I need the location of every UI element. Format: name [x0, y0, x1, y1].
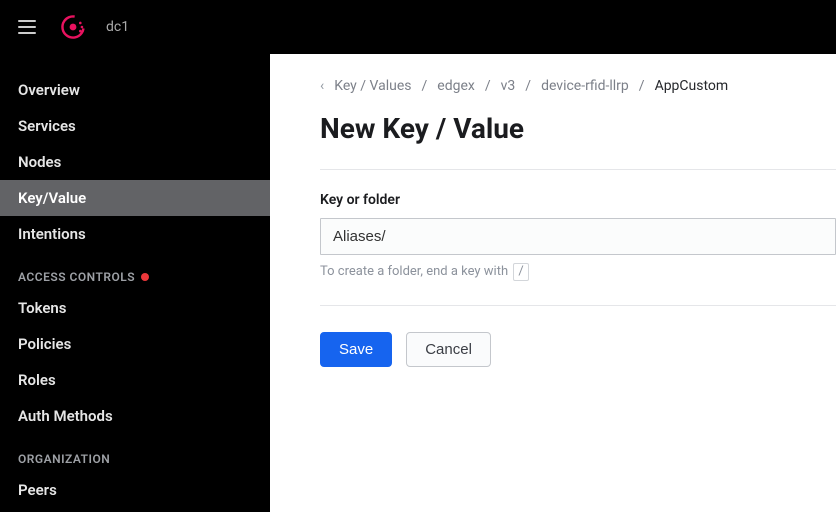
- divider: [320, 169, 836, 170]
- sidebar-item-peers[interactable]: Peers: [0, 472, 270, 508]
- page-title: New Key / Value: [320, 112, 836, 145]
- save-button[interactable]: Save: [320, 332, 392, 367]
- sidebar-item-overview[interactable]: Overview: [0, 72, 270, 108]
- top-bar: dc1: [0, 0, 836, 54]
- content-area: ‹ Key / Values / edgex / v3 / device-rfi…: [270, 54, 836, 512]
- sidebar-item-keyvalue[interactable]: Key/Value: [0, 180, 270, 216]
- sidebar-item-intentions[interactable]: Intentions: [0, 216, 270, 252]
- sidebar-heading-access: ACCESS CONTROLS: [0, 252, 270, 290]
- sidebar-item-services[interactable]: Services: [0, 108, 270, 144]
- sidebar-item-nodes[interactable]: Nodes: [0, 144, 270, 180]
- breadcrumb-item[interactable]: Key / Values: [334, 78, 411, 94]
- cancel-button[interactable]: Cancel: [406, 332, 491, 367]
- sidebar-item-roles[interactable]: Roles: [0, 362, 270, 398]
- breadcrumb-sep: /: [525, 78, 531, 94]
- key-input[interactable]: [320, 218, 836, 255]
- key-hint: To create a folder, end a key with /: [320, 263, 836, 281]
- divider: [320, 305, 836, 306]
- consul-logo: [60, 14, 86, 40]
- breadcrumb-sep: /: [639, 78, 645, 94]
- breadcrumb-item[interactable]: v3: [501, 78, 516, 94]
- breadcrumb-item[interactable]: device-rfid-llrp: [541, 78, 629, 94]
- sidebar: Overview Services Nodes Key/Value Intent…: [0, 54, 270, 512]
- alert-dot-icon: [141, 273, 149, 281]
- key-field-label: Key or folder: [320, 192, 836, 208]
- breadcrumb-item[interactable]: edgex: [437, 78, 475, 94]
- datacenter-label[interactable]: dc1: [106, 19, 129, 35]
- chevron-left-icon[interactable]: ‹: [320, 78, 324, 94]
- sidebar-item-tokens[interactable]: Tokens: [0, 290, 270, 326]
- breadcrumb-sep: /: [422, 78, 428, 94]
- sidebar-item-policies[interactable]: Policies: [0, 326, 270, 362]
- menu-icon[interactable]: [18, 15, 42, 39]
- sidebar-item-auth-methods[interactable]: Auth Methods: [0, 398, 270, 434]
- breadcrumb-item-current: AppCustom: [655, 78, 729, 94]
- slash-key-icon: /: [513, 263, 528, 281]
- breadcrumb-sep: /: [485, 78, 491, 94]
- sidebar-heading-org: ORGANIZATION: [0, 434, 270, 472]
- breadcrumb: ‹ Key / Values / edgex / v3 / device-rfi…: [320, 78, 836, 94]
